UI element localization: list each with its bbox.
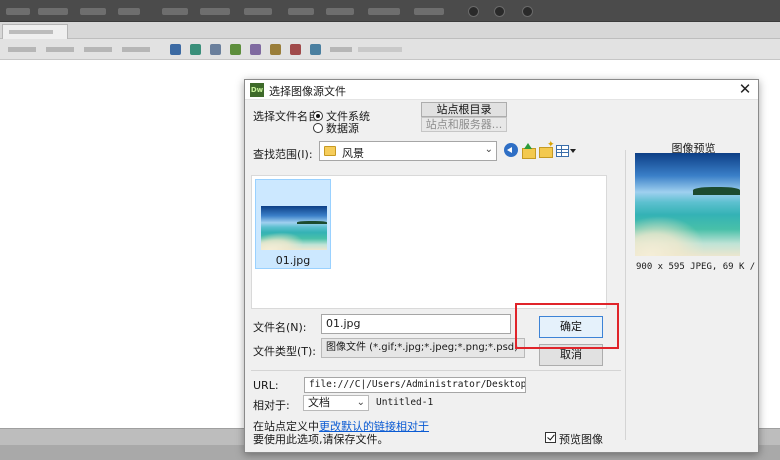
refresh-icon[interactable] (190, 44, 201, 55)
close-button[interactable]: ✕ (732, 80, 758, 100)
image-preview (635, 153, 740, 256)
site-server-button[interactable]: 站点和服务器... (421, 117, 507, 132)
workspace-icon[interactable] (468, 6, 479, 17)
menu-item[interactable] (414, 8, 444, 15)
menu-item[interactable] (368, 8, 400, 15)
up-folder-icon[interactable] (521, 143, 536, 159)
menu-item[interactable] (118, 8, 140, 15)
filetype-dropdown[interactable]: 图像文件 (*.gif;*.jpg;*.jpeg;*.png;*.psd) (321, 338, 525, 358)
sync-icon[interactable] (522, 6, 533, 17)
view-menu-icon[interactable] (556, 143, 576, 157)
relative-doc-name: Untitled-1 (376, 397, 434, 408)
dialog-title: 选择图像源文件 (269, 85, 346, 98)
menu-item[interactable] (162, 8, 188, 15)
annotation-highlight-box (515, 303, 619, 349)
toolbar-item[interactable] (84, 47, 112, 52)
toolbar-item[interactable] (122, 47, 150, 52)
view-options-icon[interactable] (210, 44, 221, 55)
menu-item[interactable] (326, 8, 354, 15)
save-note: 要使用此选项,请保存文件。 (253, 433, 389, 446)
chevron-down-icon: ⌄ (484, 144, 493, 155)
document-tab-bar (0, 22, 780, 39)
lookin-value: 风景 (342, 147, 364, 160)
menu-item[interactable] (244, 8, 272, 15)
url-divider (251, 370, 621, 371)
document-tab[interactable] (2, 24, 68, 39)
toolbar-item[interactable] (8, 47, 36, 52)
menu-item[interactable] (38, 8, 68, 15)
radio-datasource-label: 数据源 (326, 121, 359, 135)
radio-unchecked-icon (313, 122, 323, 133)
url-input[interactable]: file:///C|/Users/Administrator/Desktop/新… (304, 377, 526, 393)
preview-checkbox-label: 预览图像 (559, 433, 603, 446)
lookin-dropdown[interactable]: 风景 ⌄ (319, 141, 497, 161)
filename-input[interactable]: 01.jpg (321, 314, 511, 334)
title-input[interactable] (358, 47, 402, 52)
filename-label: 文件名(N): (253, 321, 307, 334)
url-label: URL: (253, 379, 279, 392)
close-icon: ✕ (738, 80, 752, 98)
file-item[interactable]: 01.jpg (255, 179, 331, 269)
dreamweaver-logo-icon: Dw (250, 83, 264, 97)
lookin-label: 查找范围(I): (253, 148, 313, 161)
toolbar-item[interactable] (46, 47, 74, 52)
site-root-button[interactable]: 站点根目录 (421, 102, 507, 117)
filetype-label: 文件类型(T): (253, 345, 317, 358)
menu-item[interactable] (200, 8, 230, 15)
app-menubar (0, 0, 780, 22)
file-management-icon[interactable] (290, 44, 301, 55)
new-folder-icon[interactable] (539, 140, 555, 158)
relative-label: 相对于: (253, 399, 290, 412)
relative-value: 文档 (308, 396, 330, 409)
select-image-dialog: Dw 选择图像源文件 ✕ 选择文件名自: 文件系统 数据源 站点根目录 站点和服… (244, 79, 759, 453)
preview-icon[interactable] (310, 44, 321, 55)
preview-divider (625, 150, 626, 440)
title-label (330, 47, 352, 52)
check-browser-icon[interactable] (270, 44, 281, 55)
folder-icon (324, 146, 336, 156)
menu-item[interactable] (6, 8, 30, 15)
file-item-name: 01.jpg (275, 254, 311, 267)
validate-icon[interactable] (250, 44, 261, 55)
radio-datasource[interactable]: 数据源 (313, 121, 359, 135)
chevron-down-icon: ⌄ (356, 397, 365, 408)
document-toolbar (0, 39, 780, 60)
relative-dropdown[interactable]: 文档 ⌄ (303, 395, 369, 411)
menu-item[interactable] (80, 8, 106, 15)
menu-item[interactable] (288, 8, 314, 15)
preview-checkbox[interactable] (545, 432, 556, 443)
filetype-value: 图像文件 (*.gif;*.jpg;*.jpeg;*.png;*.psd) (326, 342, 519, 353)
radio-checked-icon (313, 110, 323, 121)
settings-icon[interactable] (494, 6, 505, 17)
beach-thumbnail (261, 206, 327, 250)
file-list[interactable]: 01.jpg (251, 175, 607, 309)
dialog-titlebar[interactable]: Dw 选择图像源文件 ✕ (245, 80, 758, 100)
back-icon[interactable] (504, 143, 518, 157)
visual-aids-icon[interactable] (230, 44, 241, 55)
preview-info: 900 x 595 JPEG, 69 K / (636, 262, 756, 272)
globe-icon[interactable] (170, 44, 181, 55)
